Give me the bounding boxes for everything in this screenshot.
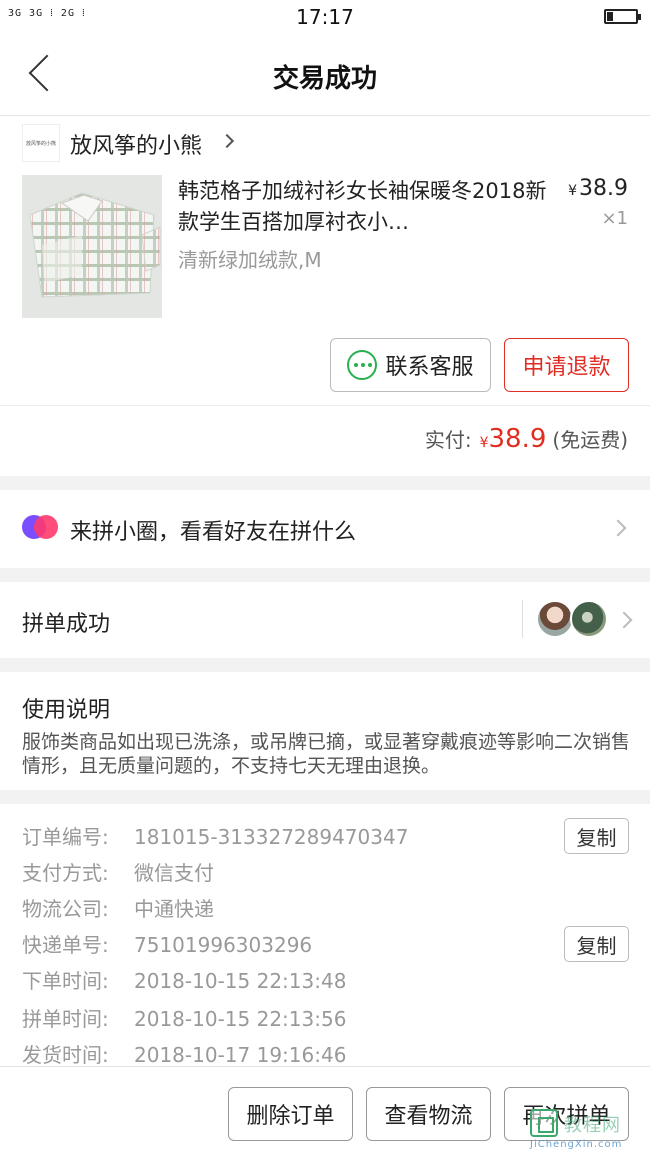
view-logistics-button[interactable]: 查看物流 [366, 1087, 491, 1141]
chat-icon [347, 350, 378, 380]
usage-notice: 使用说明 服饰类商品如出现已洗涤，或吊牌已摘，或显著穿戴痕迹等影响二次销售情形，… [0, 672, 650, 790]
site-watermark: 教程网 JiChengXin.com [530, 1105, 648, 1155]
status-bar: 3G 3G ⁞ 2G ⁞ 17:17 [0, 0, 650, 34]
order-time-row: 下单时间: 2018-10-15 22:13:48 [22, 965, 346, 994]
payment-method-row: 支付方式: 微信支付 [22, 857, 214, 886]
watermark-url: JiChengXin.com [530, 1139, 623, 1150]
product-price: ¥38.9 [568, 176, 628, 201]
info-label: 物流公司: [22, 897, 109, 921]
status-time: 17:17 [296, 5, 354, 29]
info-label: 订单编号: [22, 825, 109, 849]
order-number: 181015-313327289470347 [134, 825, 409, 849]
price-currency: ¥ [568, 183, 578, 199]
info-label: 拼单时间: [22, 1007, 109, 1031]
avatar [536, 600, 574, 638]
product-spec: 清新绿加绒款,M [178, 248, 322, 272]
tracking-number: 75101996303296 [134, 933, 313, 957]
battery-icon [604, 9, 641, 24]
friend-circle-row[interactable]: 来拼小圈，看看好友在拼什么 [0, 490, 650, 568]
contact-service-label: 联系客服 [385, 355, 474, 380]
order-item-card: 放风筝的小熊 放风筝的小熊 韩范格子加绒衬衫女长袖保暖冬2018新款学生百搭加厚… [0, 116, 650, 406]
paid-currency: ¥ [479, 435, 489, 451]
contact-service-button[interactable]: 联系客服 [330, 338, 491, 392]
info-label: 快递单号: [22, 933, 109, 957]
payment-summary: 实付: ¥38.9 (免运费) [0, 406, 650, 476]
shipping-note: (免运费) [552, 428, 628, 452]
chevron-right-icon[interactable] [219, 133, 235, 149]
section-gap [0, 790, 650, 804]
copy-tracking-number-button[interactable]: 复制 [564, 926, 629, 962]
chevron-right-icon [615, 611, 633, 629]
order-time: 2018-10-15 22:13:48 [134, 969, 347, 993]
product-title[interactable]: 韩范格子加绒衬衫女长袖保暖冬2018新款学生百搭加厚衬衣小… [178, 176, 548, 238]
ship-time-row: 发货时间: 2018-10-17 19:16:46 [22, 1039, 346, 1066]
watermark-logo-icon [530, 1109, 558, 1137]
tracking-number-row: 快递单号: 75101996303296 [22, 929, 312, 958]
refund-button[interactable]: 申请退款 [504, 338, 629, 392]
paid-label: 实付: [424, 428, 472, 452]
vertical-divider [522, 600, 523, 638]
section-gap [0, 658, 650, 672]
avatar [570, 600, 608, 638]
group-success-text: 拼单成功 [22, 612, 111, 637]
shop-name[interactable]: 放风筝的小熊 [70, 128, 202, 160]
section-gap [0, 476, 650, 490]
order-info: 订单编号: 181015-313327289470347 复制 支付方式: 微信支付… [0, 804, 650, 1066]
logistics-company: 中通快递 [134, 897, 214, 921]
watermark-text: 教程网 [564, 1115, 621, 1136]
payment-method: 微信支付 [134, 861, 214, 885]
logistics-company-row: 物流公司: 中通快递 [22, 893, 214, 922]
shirt-image [22, 175, 162, 318]
info-label: 支付方式: [22, 861, 109, 885]
group-success-row[interactable]: 拼单成功 [0, 582, 650, 658]
refund-label: 申请退款 [522, 355, 611, 380]
group-time-row: 拼单时间: 2018-10-15 22:13:56 [22, 1003, 346, 1032]
product-image[interactable] [22, 175, 162, 318]
bottom-action-bar: 删除订单 查看物流 再次拼单 教程网 JiChengXin.com [0, 1066, 650, 1155]
paid-amount: 38.9 [488, 424, 547, 454]
group-time: 2018-10-15 22:13:56 [134, 1007, 347, 1031]
circle-logo-icon [22, 515, 58, 541]
paid-amount-row: 实付: ¥38.9 (免运费) [425, 424, 628, 454]
order-number-row: 订单编号: 181015-313327289470347 [22, 821, 408, 850]
nav-bar: 交易成功 [0, 34, 650, 116]
info-label: 发货时间: [22, 1043, 109, 1066]
copy-order-number-button[interactable]: 复制 [564, 818, 629, 854]
chevron-right-icon [609, 519, 627, 537]
info-label: 下单时间: [22, 969, 109, 993]
shop-logo: 放风筝的小熊 [22, 124, 60, 162]
section-gap [0, 568, 650, 582]
price-value: 38.9 [579, 176, 628, 201]
delete-order-button[interactable]: 删除订单 [228, 1087, 353, 1141]
friend-circle-text: 来拼小圈，看看好友在拼什么 [70, 520, 357, 545]
usage-title: 使用说明 [22, 698, 111, 723]
page-title: 交易成功 [272, 64, 377, 94]
usage-text: 服饰类商品如出现已洗涤，或吊牌已摘，或显著穿戴痕迹等影响二次销售情形，且无质量问… [22, 731, 631, 777]
product-quantity: ×1 [601, 208, 628, 229]
ship-time: 2018-10-17 19:16:46 [134, 1043, 347, 1066]
